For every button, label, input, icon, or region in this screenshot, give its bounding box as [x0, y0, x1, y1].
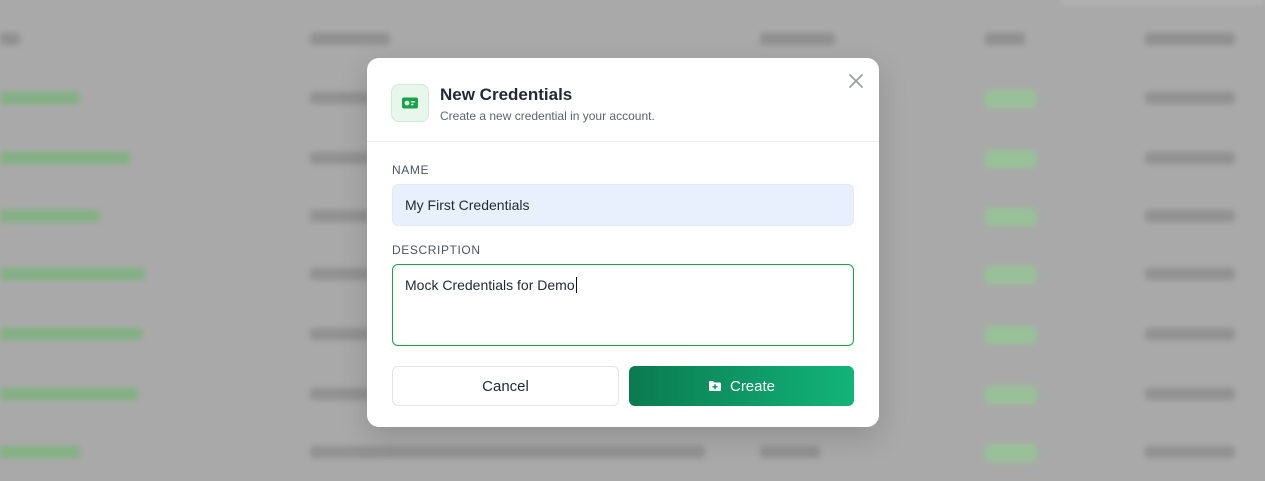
- name-label: NAME: [392, 163, 430, 177]
- modal-title: New Credentials: [440, 85, 573, 104]
- close-button[interactable]: [847, 72, 865, 90]
- cancel-button-label: Cancel: [482, 377, 529, 395]
- description-label: DESCRIPTION: [392, 243, 481, 257]
- description-field-value: Mock Credentials for Demo: [405, 277, 575, 293]
- background-row: [0, 436, 1265, 466]
- text-caret: [575, 277, 577, 293]
- cancel-button[interactable]: Cancel: [392, 366, 619, 406]
- name-field-value: My First Credentials: [405, 197, 530, 213]
- create-button-label: Create: [729, 377, 776, 395]
- background-table-header: [0, 30, 1265, 52]
- background-topbar: [1060, 0, 1265, 3]
- modal-subtitle: Create a new credential in your account.: [440, 109, 655, 123]
- close-icon: [849, 74, 863, 88]
- create-button[interactable]: Create: [629, 366, 854, 406]
- new-credentials-modal: New Credentials Create a new credential …: [367, 58, 879, 427]
- modal-header: New Credentials Create a new credential …: [367, 58, 879, 142]
- credential-card-icon: [391, 84, 429, 122]
- description-field[interactable]: Mock Credentials for Demo: [392, 264, 854, 346]
- name-field[interactable]: My First Credentials: [392, 184, 854, 226]
- folder-plus-icon: [708, 381, 721, 391]
